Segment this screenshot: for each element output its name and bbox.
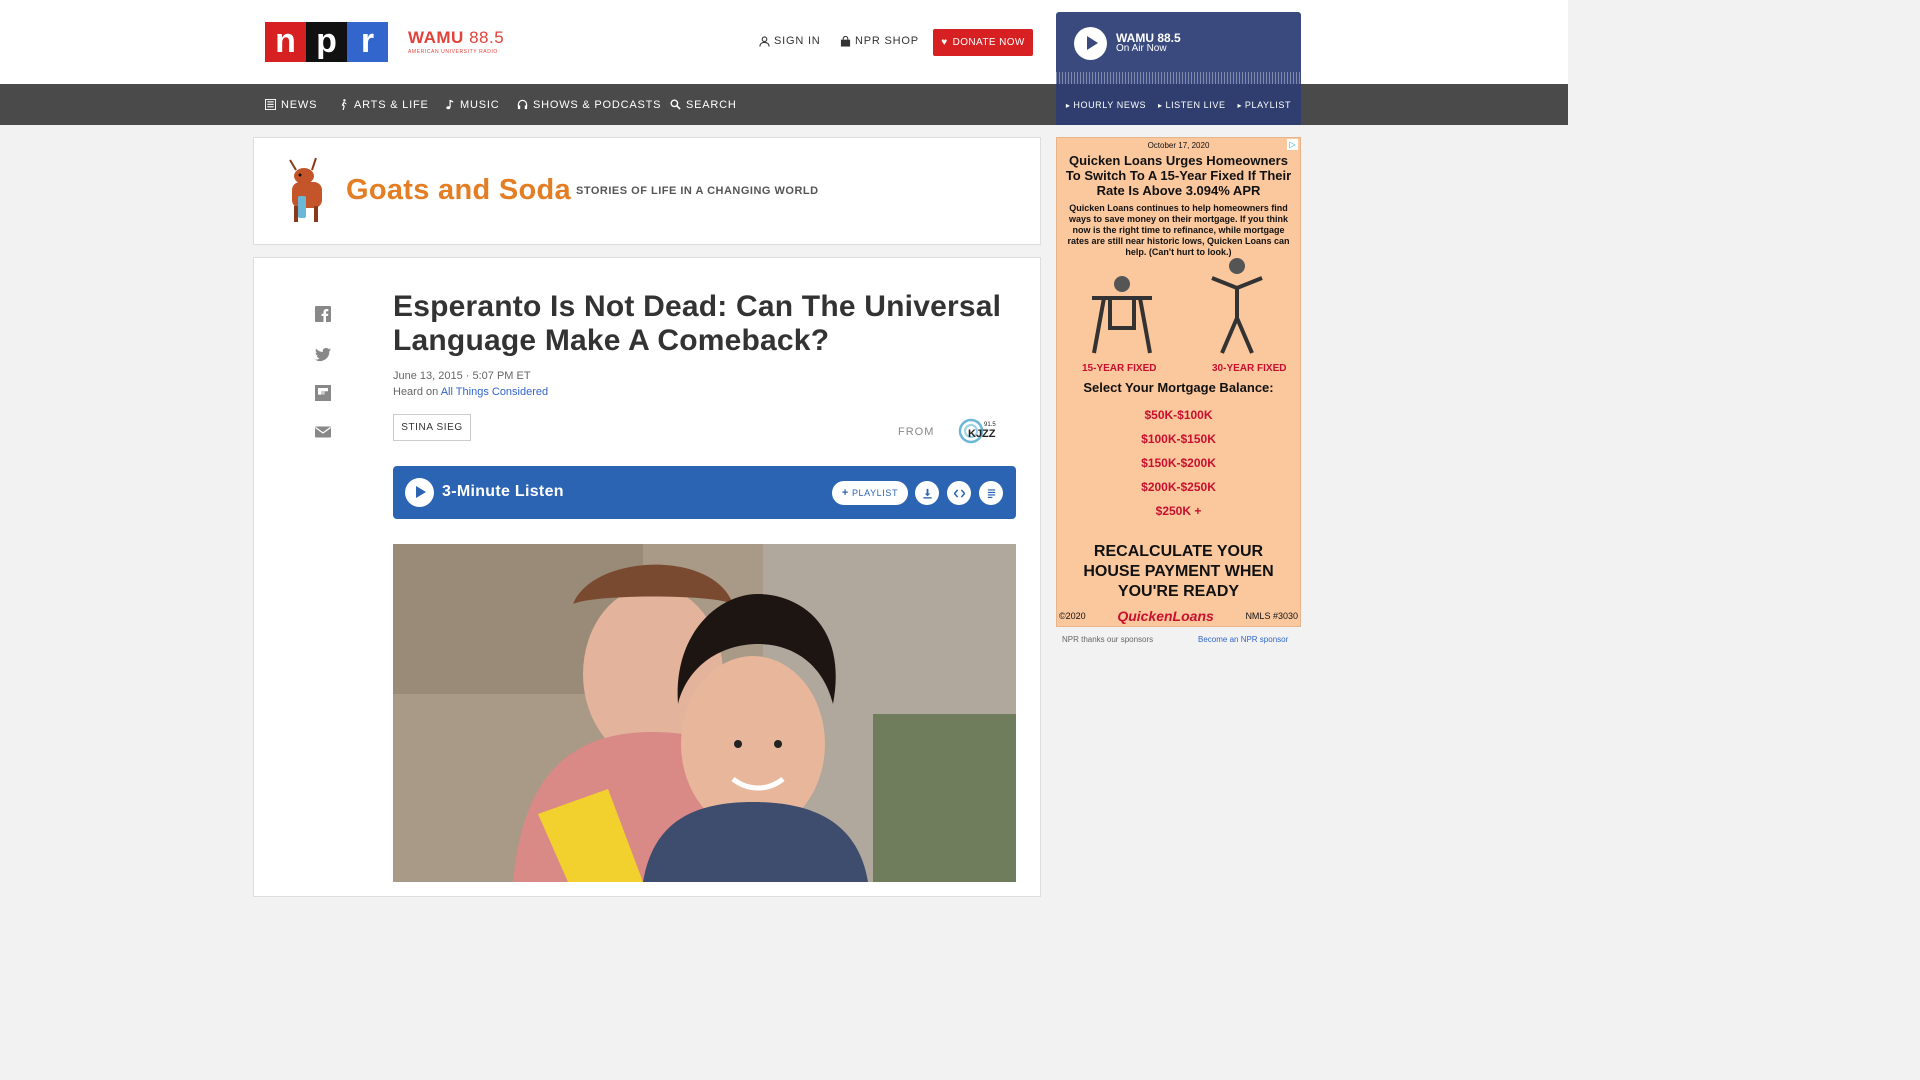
ad-nmls: NMLS #3030 bbox=[1245, 611, 1298, 621]
nav-arts-label: ARTS & LIFE bbox=[354, 98, 429, 111]
audio-player-bar: 3-Minute Listen + PLAYLIST bbox=[393, 466, 1016, 519]
npr-logo-n: n bbox=[265, 22, 306, 62]
transcript-button[interactable] bbox=[979, 481, 1003, 505]
kjzz-logo[interactable]: KJZZ 91.5 bbox=[958, 418, 1000, 444]
news-icon bbox=[265, 99, 276, 110]
ad-footer: ©2020 QuickenLoans NMLS #3030 bbox=[1059, 608, 1298, 624]
blog-title[interactable]: Goats and Soda bbox=[346, 174, 571, 207]
quicken-loans-logo: QuickenLoans bbox=[1117, 608, 1214, 624]
download-icon bbox=[922, 488, 932, 499]
player-waveform bbox=[1056, 72, 1301, 84]
embed-code-icon bbox=[953, 488, 965, 498]
player-play-button[interactable] bbox=[1074, 27, 1107, 60]
plus-icon: + bbox=[841, 487, 849, 499]
npr-logo-r: r bbox=[347, 22, 388, 62]
music-note-icon bbox=[446, 99, 454, 110]
ad-cta[interactable]: RECALCULATE YOUR HOUSE PAYMENT WHEN YOU'… bbox=[1073, 542, 1284, 602]
blog-tagline: STORIES OF LIFE IN A CHANGING WORLD bbox=[576, 185, 819, 197]
npr-shop-label: NPR SHOP bbox=[855, 35, 919, 47]
nav-shows-podcasts[interactable]: SHOWS & PODCASTS bbox=[517, 84, 661, 125]
audio-duration-label[interactable]: 3-Minute Listen bbox=[442, 483, 564, 501]
live-radio-player: WAMU 88.5 On Air Now HOURLY NEWS LISTEN … bbox=[1056, 12, 1301, 125]
audio-play-button[interactable] bbox=[405, 478, 434, 507]
playlist-label: PLAYLIST bbox=[851, 488, 899, 498]
ad-range-option[interactable]: $50K-$100K bbox=[1057, 408, 1300, 422]
nav-music[interactable]: MUSIC bbox=[444, 84, 499, 125]
user-icon bbox=[759, 35, 770, 47]
search-icon bbox=[670, 99, 681, 110]
share-email[interactable] bbox=[315, 424, 331, 440]
player-link-hourly-news[interactable]: HOURLY NEWS bbox=[1066, 100, 1146, 110]
nav-search[interactable]: SEARCH bbox=[670, 84, 737, 125]
become-sponsor-link[interactable]: Become an NPR sponsor bbox=[1198, 635, 1288, 644]
nav-music-label: MUSIC bbox=[460, 98, 500, 111]
facebook-icon bbox=[315, 306, 331, 322]
kjzz-logo-text: KJZZ bbox=[968, 428, 996, 440]
byline-author[interactable]: STINA SIEG bbox=[393, 414, 471, 441]
shopping-bag-icon bbox=[840, 35, 851, 47]
goat-logo-icon[interactable] bbox=[282, 156, 332, 226]
station-freq: 88.5 bbox=[469, 28, 505, 47]
kjzz-logo-freq: 91.5 bbox=[984, 422, 996, 428]
player-status: On Air Now bbox=[1116, 43, 1167, 54]
heard-on: Heard on All Things Considered bbox=[393, 386, 548, 398]
ad-select-prompt: Select Your Mortgage Balance: bbox=[1083, 380, 1274, 395]
article-photo bbox=[393, 544, 1016, 882]
main-nav: NEWS ARTS & LIFE MUSIC SHOWS & PODCASTS … bbox=[0, 84, 1568, 125]
npr-logo[interactable]: n p r bbox=[265, 22, 388, 62]
twitter-icon bbox=[315, 347, 331, 362]
nav-news[interactable]: NEWS bbox=[265, 84, 317, 125]
ad-range-option[interactable]: $200K-$250K bbox=[1057, 480, 1300, 494]
donate-label: DONATE NOW bbox=[952, 37, 1025, 48]
ad-choices-icon[interactable]: ▷ bbox=[1287, 139, 1298, 150]
heard-on-show-link[interactable]: All Things Considered bbox=[441, 386, 548, 398]
share-twitter[interactable] bbox=[315, 346, 331, 362]
email-icon bbox=[315, 426, 331, 438]
from-label: FROM bbox=[898, 426, 935, 438]
share-flipboard[interactable] bbox=[315, 385, 331, 401]
ad-body: Quicken Loans continues to help homeowne… bbox=[1067, 203, 1290, 257]
donate-button[interactable]: ♥ DONATE NOW bbox=[933, 29, 1033, 56]
sign-in-link[interactable]: SIGN IN bbox=[759, 35, 821, 47]
player-link-listen-live[interactable]: LISTEN LIVE bbox=[1158, 100, 1226, 110]
station-sub: AMERICAN UNIVERSITY RADIO bbox=[408, 49, 498, 55]
nav-news-label: NEWS bbox=[281, 98, 318, 111]
ad-range-option[interactable]: $250K + bbox=[1057, 504, 1300, 518]
ad-copyright: ©2020 bbox=[1059, 611, 1086, 621]
share-facebook[interactable] bbox=[315, 306, 331, 322]
download-button[interactable] bbox=[915, 481, 939, 505]
player-link-playlist[interactable]: PLAYLIST bbox=[1237, 100, 1291, 110]
sponsor-thanks: NPR thanks our sponsors bbox=[1062, 635, 1154, 644]
article-headline: Esperanto Is Not Dead: Can The Universal… bbox=[393, 290, 1002, 357]
ad-range-option[interactable]: $100K-$150K bbox=[1057, 432, 1300, 446]
sponsor-ad[interactable]: ▷ October 17, 2020 Quicken Loans Urges H… bbox=[1056, 137, 1301, 627]
ad-range-option[interactable]: $150K-$200K bbox=[1057, 456, 1300, 470]
nav-arts-life[interactable]: ARTS & LIFE bbox=[338, 84, 429, 125]
add-to-playlist-button[interactable]: + PLAYLIST bbox=[832, 481, 908, 505]
article-date: June 13, 2015 · 5:07 PM ET bbox=[393, 370, 531, 382]
ad-label-30yr: 30-YEAR FIXED bbox=[1212, 363, 1287, 374]
ad-headline: Quicken Loans Urges Homeowners To Switch… bbox=[1065, 153, 1292, 198]
embed-button[interactable] bbox=[947, 481, 971, 505]
ad-label-15yr: 15-YEAR FIXED bbox=[1082, 363, 1157, 374]
station-name: WAMU bbox=[408, 28, 464, 47]
site-header: n p r WAMU 88.5 AMERICAN UNIVERSITY RADI… bbox=[0, 0, 1568, 84]
headphones-icon bbox=[517, 99, 528, 110]
npr-logo-p: p bbox=[306, 22, 347, 62]
photo-illustration bbox=[393, 544, 1016, 882]
sign-in-label: SIGN IN bbox=[774, 35, 821, 47]
blog-header-card: Goats and Soda STORIES OF LIFE IN A CHAN… bbox=[253, 137, 1041, 245]
ad-date: October 17, 2020 bbox=[1147, 141, 1210, 150]
ad-figures-illustration bbox=[1092, 258, 1263, 354]
heard-on-prefix: Heard on bbox=[393, 386, 439, 398]
nav-search-label: SEARCH bbox=[686, 98, 737, 111]
nav-shows-label: SHOWS & PODCASTS bbox=[533, 98, 662, 111]
transcript-icon bbox=[987, 488, 995, 498]
arts-icon bbox=[341, 99, 347, 110]
station-logo[interactable]: WAMU 88.5 AMERICAN UNIVERSITY RADIO bbox=[408, 28, 504, 55]
npr-shop-link[interactable]: NPR SHOP bbox=[840, 35, 919, 47]
player-links: HOURLY NEWS LISTEN LIVE PLAYLIST bbox=[1056, 84, 1301, 125]
heart-icon: ♥ bbox=[941, 37, 948, 48]
flipboard-icon bbox=[315, 385, 331, 401]
